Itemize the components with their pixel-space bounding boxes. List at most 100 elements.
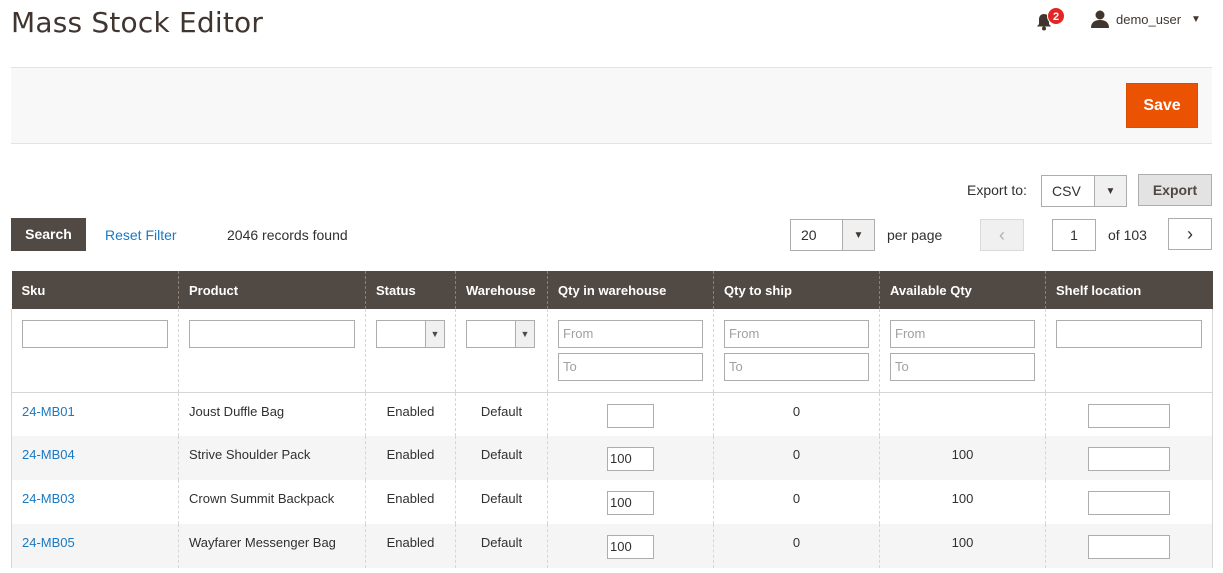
per-page-label: per page <box>887 227 943 243</box>
status-cell: Enabled <box>365 480 456 524</box>
chevron-down-icon: ▼ <box>1191 13 1201 25</box>
filter-cell-available: From To <box>879 309 1046 393</box>
filter-cell-qty-warehouse: From To <box>547 309 714 393</box>
per-page-value: 20 <box>801 227 817 243</box>
shelf-location-input[interactable] <box>1088 403 1170 428</box>
qty-ship-cell: 0 <box>713 480 880 524</box>
status-cell: Enabled <box>365 436 456 480</box>
next-page-button[interactable]: › <box>1168 218 1212 250</box>
records-count: 2046 records found <box>227 227 348 243</box>
status-cell: Enabled <box>365 524 456 568</box>
column-header-warehouse[interactable]: Warehouse <box>455 271 548 309</box>
qty-ship-from-input[interactable]: From <box>724 320 869 348</box>
shelf-cell <box>1045 436 1213 480</box>
qty-warehouse-input[interactable] <box>607 403 654 428</box>
status-filter-select[interactable]: ▼ <box>376 320 445 348</box>
available-from-input[interactable]: From <box>890 320 1035 348</box>
prev-page-button[interactable]: ‹ <box>980 219 1024 251</box>
column-header-shelf-location[interactable]: Shelf location <box>1045 271 1213 309</box>
chevron-down-icon: ▼ <box>515 321 534 347</box>
qty-warehouse-to-input[interactable]: To <box>558 353 703 381</box>
qty-ship-to-input[interactable]: To <box>724 353 869 381</box>
product-cell: Strive Shoulder Pack <box>178 436 366 480</box>
filter-cell-qty-ship: From To <box>713 309 880 393</box>
warehouse-cell: Default <box>455 480 548 524</box>
qty-warehouse-input[interactable]: 100 <box>607 447 654 471</box>
page-number-input[interactable]: 1 <box>1052 219 1096 251</box>
column-header-qty-to-ship[interactable]: Qty to ship <box>713 271 880 309</box>
shelf-filter-input[interactable] <box>1056 320 1202 348</box>
table-row: 24-MB05 Wayfarer Messenger Bag Enabled D… <box>11 524 1213 568</box>
chevron-down-icon: ▼ <box>425 321 444 347</box>
available-qty-cell: 100 <box>879 436 1046 480</box>
product-cell: Joust Duffle Bag <box>178 392 366 436</box>
reset-filter-link[interactable]: Reset Filter <box>105 227 177 243</box>
qty-warehouse-cell: 100 <box>547 480 714 524</box>
username: demo_user <box>1116 11 1182 27</box>
user-icon <box>1091 10 1109 28</box>
filter-cell-sku <box>11 309 179 393</box>
sku-link[interactable]: 24-MB03 <box>11 480 179 524</box>
shelf-location-input[interactable] <box>1088 447 1170 471</box>
filter-cell-product <box>178 309 366 393</box>
available-qty-cell: 100 <box>879 524 1046 568</box>
shelf-cell <box>1045 392 1213 436</box>
sku-link[interactable]: 24-MB05 <box>11 524 179 568</box>
filter-cell-warehouse: ▼ <box>455 309 548 393</box>
column-header-available-qty[interactable]: Available Qty <box>879 271 1046 309</box>
qty-warehouse-input[interactable]: 100 <box>607 491 654 515</box>
sku-filter-input[interactable] <box>22 320 168 348</box>
table-row: 24-MB04 Strive Shoulder Pack Enabled Def… <box>11 436 1213 480</box>
shelf-location-input[interactable] <box>1088 491 1170 515</box>
shelf-location-input[interactable] <box>1088 535 1170 559</box>
export-format-value: CSV <box>1052 183 1081 199</box>
qty-ship-cell: 0 <box>713 436 880 480</box>
shelf-cell <box>1045 480 1213 524</box>
chevron-left-icon: ‹ <box>999 224 1005 245</box>
column-header-product[interactable]: Product <box>178 271 366 309</box>
chevron-down-icon: ▼ <box>842 220 874 250</box>
filter-cell-shelf <box>1045 309 1213 393</box>
chevron-down-icon: ▼ <box>1094 176 1126 206</box>
total-pages: of 103 <box>1108 227 1147 243</box>
qty-ship-cell: 0 <box>713 392 880 436</box>
save-button[interactable]: Save <box>1126 83 1198 128</box>
product-cell: Wayfarer Messenger Bag <box>178 524 366 568</box>
grid-header-row: Sku Product Status Warehouse Qty in ware… <box>11 271 1213 309</box>
product-filter-input[interactable] <box>189 320 355 348</box>
qty-warehouse-cell: 100 <box>547 524 714 568</box>
status-cell: Enabled <box>365 392 456 436</box>
export-button[interactable]: Export <box>1138 174 1212 206</box>
notifications-button[interactable]: 2 <box>1036 7 1065 34</box>
warehouse-filter-select[interactable]: ▼ <box>466 320 535 348</box>
export-format-select[interactable]: CSV ▼ <box>1041 175 1127 207</box>
warehouse-cell: Default <box>455 436 548 480</box>
sku-link[interactable]: 24-MB01 <box>11 392 179 436</box>
page-actions-bar: Save <box>11 67 1212 144</box>
export-label: Export to: <box>967 182 1027 198</box>
chevron-right-icon: › <box>1187 223 1193 244</box>
qty-warehouse-from-input[interactable]: From <box>558 320 703 348</box>
qty-warehouse-cell <box>547 392 714 436</box>
warehouse-cell: Default <box>455 524 548 568</box>
notification-count-badge: 2 <box>1047 7 1065 25</box>
filter-cell-status: ▼ <box>365 309 456 393</box>
qty-warehouse-cell: 100 <box>547 436 714 480</box>
column-header-status[interactable]: Status <box>365 271 456 309</box>
available-qty-cell: 100 <box>879 480 1046 524</box>
page-title: Mass Stock Editor <box>11 6 264 39</box>
warehouse-cell: Default <box>455 392 548 436</box>
sku-link[interactable]: 24-MB04 <box>11 436 179 480</box>
column-header-sku[interactable]: Sku <box>11 271 179 309</box>
column-header-qty-in-warehouse[interactable]: Qty in warehouse <box>547 271 714 309</box>
table-row: 24-MB01 Joust Duffle Bag Enabled Default… <box>11 392 1213 436</box>
filter-row: ▼ ▼ From To From To From To <box>11 309 1213 393</box>
user-menu[interactable]: demo_user ▼ <box>1090 9 1201 29</box>
qty-warehouse-input[interactable]: 100 <box>607 535 654 559</box>
search-button[interactable]: Search <box>11 218 86 251</box>
available-to-input[interactable]: To <box>890 353 1035 381</box>
product-cell: Crown Summit Backpack <box>178 480 366 524</box>
qty-ship-cell: 0 <box>713 524 880 568</box>
shelf-cell <box>1045 524 1213 568</box>
per-page-select[interactable]: 20 ▼ <box>790 219 875 251</box>
